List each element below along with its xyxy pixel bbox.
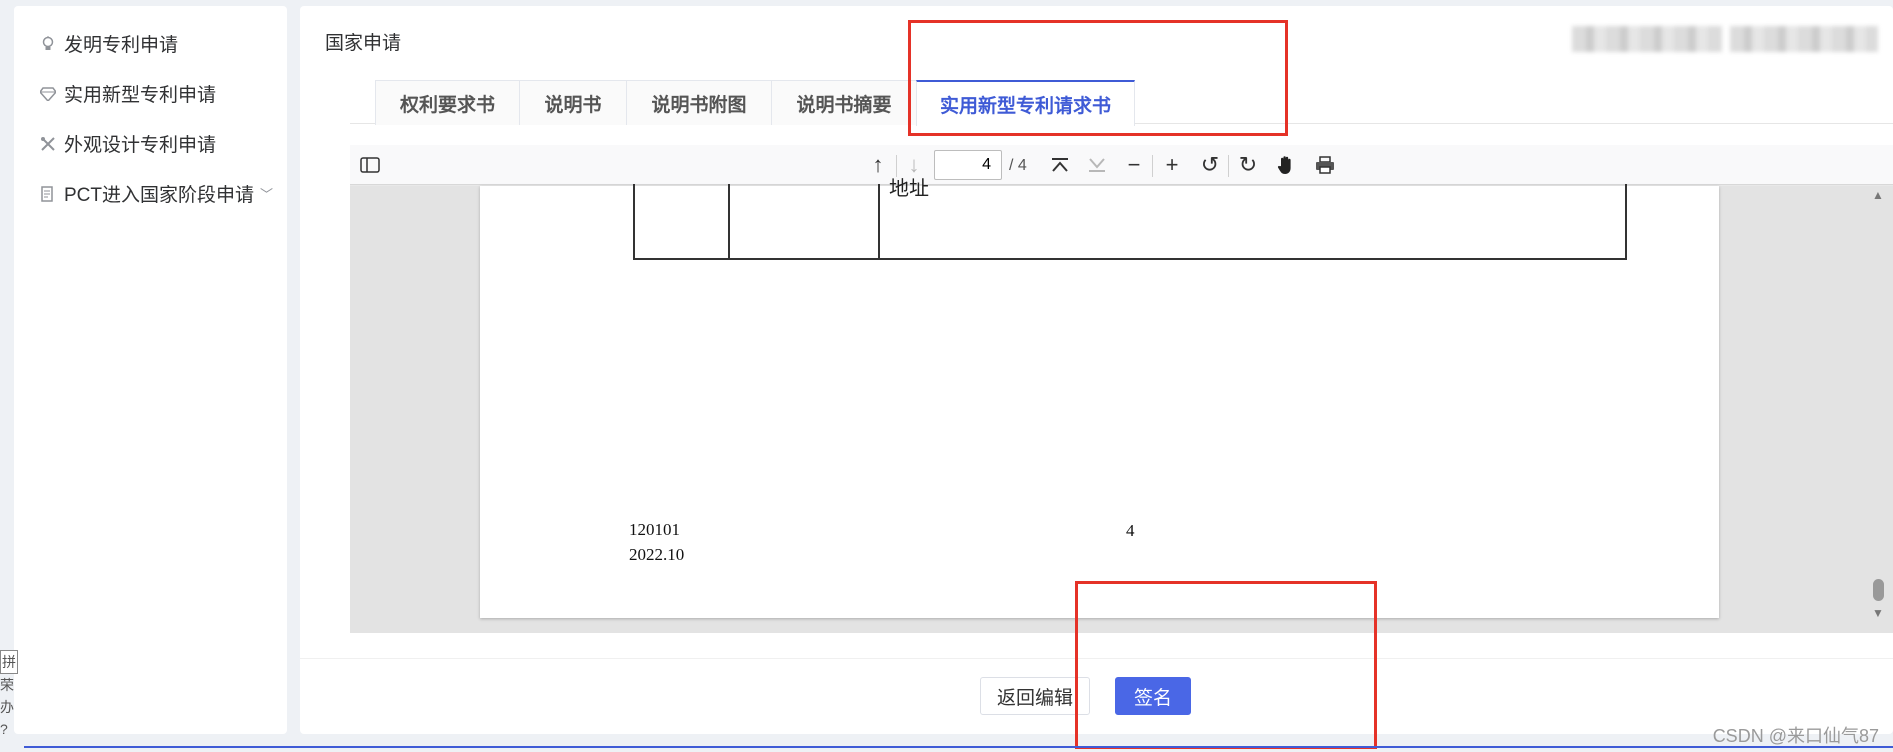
scroll-up-icon[interactable]: ▲ — [1872, 188, 1884, 202]
sidebar-item-label: 外观设计专利申请 — [64, 135, 217, 156]
page-title: 国家申请 — [325, 33, 402, 54]
ime-char[interactable]: 拼 — [0, 650, 18, 674]
sidebar-item-invention-patent[interactable]: 发明专利申请 — [40, 30, 178, 57]
sidebar-item-label: 发明专利申请 — [64, 35, 179, 56]
table-column-line — [878, 184, 880, 258]
sidebar-toggle-icon[interactable] — [356, 151, 384, 179]
tools-icon — [40, 136, 56, 152]
sidebar-item-utility-model[interactable]: 实用新型专利申请 — [40, 80, 216, 107]
tab-abstract[interactable]: 说明书摘要 — [771, 80, 917, 125]
sidebar-item-label: PCT进入国家阶段申请 — [64, 185, 255, 206]
rotate-clockwise-icon[interactable]: ↻ — [1234, 151, 1262, 179]
previous-page-icon[interactable]: ↑ — [864, 151, 892, 179]
last-page-icon[interactable] — [1083, 151, 1111, 179]
tab-claims[interactable]: 权利要求书 — [375, 80, 520, 125]
table-cell-text: 地址 — [889, 178, 929, 200]
document-icon — [40, 185, 56, 202]
form-table-fragment: 地址 — [633, 178, 1627, 260]
blurred-user-info — [1730, 26, 1878, 52]
sidebar-item-label: 实用新型专利申请 — [64, 85, 217, 106]
diamond-icon — [40, 86, 56, 102]
page-number-input[interactable] — [934, 150, 1002, 180]
pdf-viewer: ↑ ↓ / 4 − + ↺ ↻ — [350, 145, 1893, 633]
page-total: / 4 — [1009, 157, 1027, 174]
bottom-accent-line — [24, 746, 1893, 748]
chevron-down-icon[interactable]: ﹀ — [260, 184, 273, 203]
tab-description-drawings[interactable]: 说明书附图 — [626, 80, 772, 125]
lightbulb-icon — [40, 35, 56, 52]
back-to-edit-button[interactable]: 返回编辑 — [980, 677, 1090, 715]
ime-char[interactable]: 办 — [0, 696, 20, 718]
sign-button[interactable]: 签名 — [1115, 677, 1191, 715]
sidebar-item-design-patent[interactable]: 外观设计专利申请 — [40, 130, 216, 157]
tab-utility-model-request[interactable]: 实用新型专利请求书 — [916, 80, 1135, 126]
page-number-label: 4 — [1126, 521, 1135, 540]
zoom-in-icon[interactable]: + — [1158, 151, 1186, 179]
form-version: 2022.10 — [629, 545, 685, 564]
pdf-toolbar: ↑ ↓ / 4 − + ↺ ↻ — [350, 145, 1893, 185]
document-tabs: 权利要求书 说明书 说明书附图 说明书摘要 实用新型专利请求书 — [350, 74, 1893, 126]
print-icon[interactable] — [1311, 151, 1339, 179]
first-page-icon[interactable] — [1046, 151, 1074, 179]
blurred-user-info — [1572, 26, 1722, 52]
pdf-document-area[interactable]: 地址 120101 2022.10 4 — [350, 178, 1893, 633]
sidebar: 发明专利申请 实用新型专利申请 外观设计专利申请 PCT进入国家阶段申请 ﹀ — [14, 6, 287, 734]
ime-char[interactable]: ? — [0, 718, 20, 740]
toolbar-separator — [1228, 155, 1229, 177]
vertical-scrollbar[interactable]: ▲ ▼ — [1869, 186, 1889, 633]
rotate-counterclockwise-icon[interactable]: ↺ — [1196, 151, 1224, 179]
scrollbar-thumb[interactable] — [1873, 579, 1884, 601]
form-code: 120101 — [629, 520, 680, 539]
toolbar-separator — [1152, 155, 1153, 177]
scroll-down-icon[interactable]: ▼ — [1872, 606, 1884, 620]
zoom-out-icon[interactable]: − — [1120, 151, 1148, 179]
pdf-page: 地址 120101 2022.10 4 — [480, 178, 1719, 618]
table-column-line — [728, 184, 730, 258]
watermark: CSDN @来口仙气87 — [1712, 726, 1879, 746]
main-panel: 国家申请 权利要求书 说明书 说明书附图 说明书摘要 实用新型专利请求书 ↑ ↓… — [300, 6, 1893, 734]
tab-description[interactable]: 说明书 — [519, 80, 627, 125]
ime-toolbar: 拼 荣 办 ? — [0, 650, 20, 745]
hand-tool-icon[interactable] — [1272, 151, 1300, 179]
footer-divider — [300, 658, 1893, 659]
sidebar-item-pct[interactable]: PCT进入国家阶段申请 ﹀ — [40, 180, 273, 207]
ime-char[interactable]: 荣 — [0, 674, 20, 696]
